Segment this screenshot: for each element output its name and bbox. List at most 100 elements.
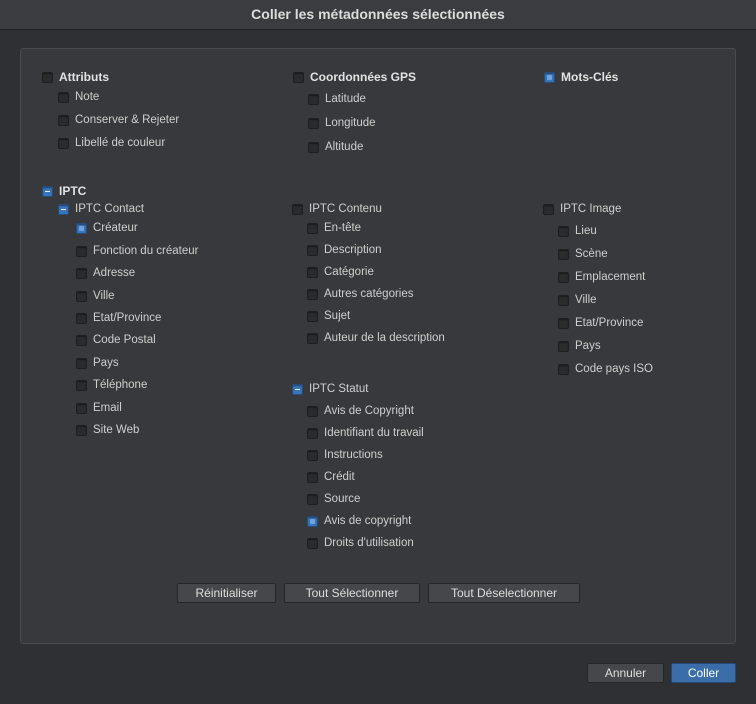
checkbox-label: Autres catégories xyxy=(324,288,414,300)
checkbox-sujet[interactable]: Sujet xyxy=(307,310,350,322)
checkbox-label: Adresse xyxy=(93,267,136,279)
checkbox-iptc-contact[interactable]: IPTC Contact xyxy=(58,203,144,215)
checkbox-box[interactable] xyxy=(544,71,555,83)
checkbox-box[interactable] xyxy=(76,334,87,346)
checkbox-telephone[interactable]: Téléphone xyxy=(76,379,147,391)
select-all-button[interactable]: Tout Sélectionner xyxy=(284,583,420,603)
checkbox-image-ville[interactable]: Ville xyxy=(558,294,597,306)
checkbox-box[interactable] xyxy=(558,225,569,237)
checkbox-instructions[interactable]: Instructions xyxy=(307,449,383,461)
checkbox-description[interactable]: Description xyxy=(307,244,382,256)
checkbox-libelle-couleur[interactable]: Libellé de couleur xyxy=(58,137,165,149)
checkbox-label: Pays xyxy=(93,357,119,369)
checkbox-box[interactable] xyxy=(76,402,87,414)
checkbox-box[interactable] xyxy=(58,91,69,103)
checkbox-box[interactable] xyxy=(308,117,319,129)
checkbox-site-web[interactable]: Site Web xyxy=(76,424,139,436)
checkbox-box[interactable] xyxy=(76,357,87,369)
checkbox-box[interactable] xyxy=(76,290,87,302)
cancel-button[interactable]: Annuler xyxy=(587,663,664,683)
checkbox-box[interactable] xyxy=(76,379,87,391)
checkbox-box[interactable] xyxy=(558,294,569,306)
checkbox-emplacement[interactable]: Emplacement xyxy=(558,271,645,283)
checkbox-adresse[interactable]: Adresse xyxy=(76,267,135,279)
checkbox-label: Etat/Province xyxy=(93,312,162,324)
checkbox-label: Conserver & Rejeter xyxy=(75,114,180,126)
checkbox-lieu[interactable]: Lieu xyxy=(558,225,597,237)
checkbox-box[interactable] xyxy=(76,245,87,257)
checkbox-box[interactable] xyxy=(292,383,303,395)
checkbox-box[interactable] xyxy=(76,312,87,324)
checkbox-categorie[interactable]: Catégorie xyxy=(307,266,374,278)
checkbox-box[interactable] xyxy=(307,332,318,344)
checkbox-box[interactable] xyxy=(292,203,303,215)
checkbox-fonction-createur[interactable]: Fonction du créateur xyxy=(76,245,198,257)
checkbox-iptc-image[interactable]: IPTC Image xyxy=(543,203,621,215)
checkbox-box[interactable] xyxy=(76,267,87,279)
checkbox-box[interactable] xyxy=(76,222,87,234)
checkbox-etat-province[interactable]: Etat/Province xyxy=(76,312,161,324)
checkbox-box[interactable] xyxy=(558,248,569,260)
checkbox-box[interactable] xyxy=(307,449,318,461)
checkbox-box[interactable] xyxy=(58,114,69,126)
checkbox-longitude[interactable]: Longitude xyxy=(308,117,376,129)
checkbox-gps[interactable]: Coordonnées GPS xyxy=(293,70,416,84)
checkbox-box[interactable] xyxy=(307,537,318,549)
checkbox-box[interactable] xyxy=(307,244,318,256)
checkbox-box[interactable] xyxy=(307,310,318,322)
checkbox-box[interactable] xyxy=(558,271,569,283)
checkbox-box[interactable] xyxy=(307,288,318,300)
checkbox-box[interactable] xyxy=(42,185,53,197)
checkbox-note[interactable]: Note xyxy=(58,91,99,103)
checkbox-label: Fonction du créateur xyxy=(93,245,199,257)
checkbox-image-etat-province[interactable]: Etat/Province xyxy=(558,317,643,329)
checkbox-box[interactable] xyxy=(307,471,318,483)
paste-button[interactable]: Coller xyxy=(671,663,736,683)
checkbox-scene[interactable]: Scène xyxy=(558,248,608,260)
checkbox-auteur-description[interactable]: Auteur de la description xyxy=(307,332,445,344)
checkbox-mots-cles[interactable]: Mots-Clés xyxy=(544,70,618,84)
checkbox-box[interactable] xyxy=(307,222,318,234)
checkbox-box[interactable] xyxy=(42,71,53,83)
checkbox-code-postal[interactable]: Code Postal xyxy=(76,334,156,346)
checkbox-box[interactable] xyxy=(58,203,69,215)
checkbox-pays[interactable]: Pays xyxy=(76,357,119,369)
checkbox-box[interactable] xyxy=(307,493,318,505)
checkbox-altitude[interactable]: Altitude xyxy=(308,141,363,153)
checkbox-identifiant-travail[interactable]: Identifiant du travail xyxy=(307,427,424,439)
checkbox-attributs[interactable]: Attributs xyxy=(42,70,109,84)
checkbox-droits-utilisation[interactable]: Droits d'utilisation xyxy=(307,537,414,549)
checkbox-iptc-statut[interactable]: IPTC Statut xyxy=(292,383,368,395)
checkbox-code-pays-iso[interactable]: Code pays ISO xyxy=(558,363,653,375)
checkbox-box[interactable] xyxy=(558,363,569,375)
checkbox-ville[interactable]: Ville xyxy=(76,290,115,302)
checkbox-email[interactable]: Email xyxy=(76,402,122,414)
checkbox-box[interactable] xyxy=(76,424,87,436)
checkbox-box[interactable] xyxy=(308,141,319,153)
checkbox-conserver-rejeter[interactable]: Conserver & Rejeter xyxy=(58,114,179,126)
checkbox-image-pays[interactable]: Pays xyxy=(558,340,601,352)
checkbox-box[interactable] xyxy=(543,203,554,215)
checkbox-avis-copyright-2[interactable]: Avis de copyright xyxy=(307,515,411,527)
checkbox-latitude[interactable]: Latitude xyxy=(308,93,366,105)
deselect-all-button[interactable]: Tout Déselectionner xyxy=(428,583,580,603)
checkbox-box[interactable] xyxy=(558,340,569,352)
reset-button[interactable]: Réinitialiser xyxy=(177,583,276,603)
checkbox-box[interactable] xyxy=(307,515,318,527)
checkbox-box[interactable] xyxy=(558,317,569,329)
checkbox-box[interactable] xyxy=(293,71,304,83)
checkbox-box[interactable] xyxy=(307,427,318,439)
checkbox-label: IPTC xyxy=(59,184,87,198)
checkbox-source[interactable]: Source xyxy=(307,493,360,505)
checkbox-en-tete[interactable]: En-tête xyxy=(307,222,361,234)
checkbox-iptc-contenu[interactable]: IPTC Contenu xyxy=(292,203,382,215)
checkbox-createur[interactable]: Créateur xyxy=(76,222,138,234)
checkbox-credit[interactable]: Crédit xyxy=(307,471,355,483)
checkbox-autres-categories[interactable]: Autres catégories xyxy=(307,288,414,300)
checkbox-box[interactable] xyxy=(308,93,319,105)
checkbox-box[interactable] xyxy=(307,266,318,278)
checkbox-avis-copyright[interactable]: Avis de Copyright xyxy=(307,405,414,417)
checkbox-box[interactable] xyxy=(307,405,318,417)
checkbox-box[interactable] xyxy=(58,137,69,149)
checkbox-iptc[interactable]: IPTC xyxy=(42,184,86,198)
